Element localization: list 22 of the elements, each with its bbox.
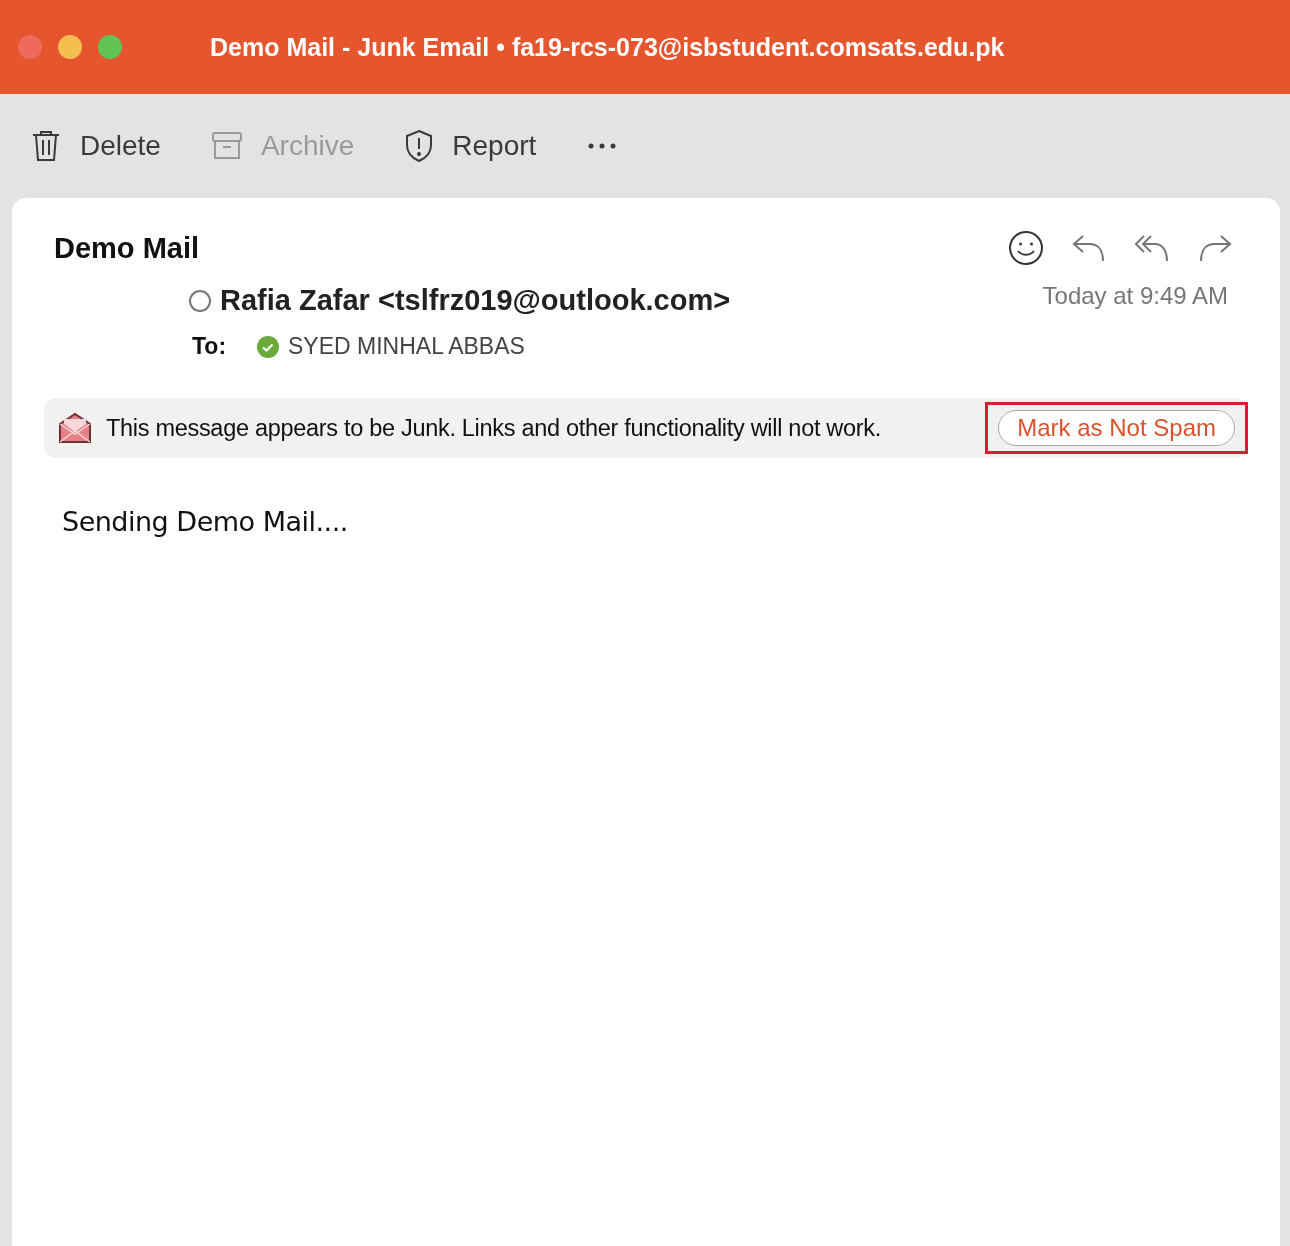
forward-icon[interactable] (1198, 233, 1232, 263)
message-subject: Demo Mail (54, 231, 200, 265)
junk-warning: This message appears to be Junk. Links and other functionality will not work. (106, 414, 881, 442)
emoji-icon[interactable] (1008, 230, 1044, 266)
message-time: Today at 9:49 AM (1042, 282, 1228, 310)
reply-all-icon[interactable] (1134, 233, 1170, 263)
not-spam-button[interactable]: Mark as Not Spam (998, 410, 1235, 446)
sender: Rafia Zafar <tslfrz019@outlook.com> (220, 284, 731, 317)
trash-icon (30, 129, 62, 163)
window-title: Demo Mail - Junk Email • fa19-rcs-073@isbstudent.comsats.edu.pk (210, 32, 1005, 62)
more-icon (588, 143, 617, 149)
message-body: Sending Demo Mail.... (62, 506, 349, 537)
reply-icon[interactable] (1072, 233, 1106, 263)
delete-button[interactable]: Delete (30, 129, 161, 163)
to-label: To: (192, 333, 228, 360)
archive-box-icon (210, 131, 243, 161)
report-button[interactable]: Report (404, 129, 537, 163)
recipient[interactable]: SYED MINHAL ABBAS (288, 333, 525, 360)
envelope-icon (58, 412, 92, 444)
shield-icon (404, 129, 435, 163)
more-button[interactable] (588, 143, 617, 149)
status-circle-icon (188, 288, 212, 313)
